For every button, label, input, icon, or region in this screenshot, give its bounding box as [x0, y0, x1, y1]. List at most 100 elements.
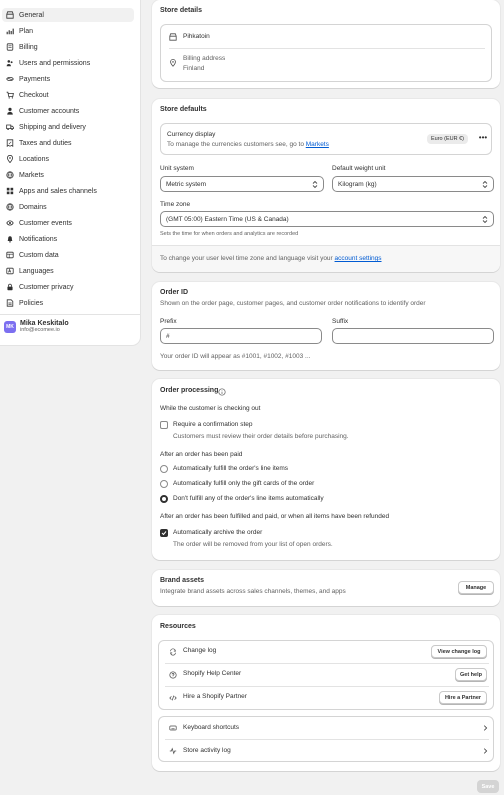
keyboard-shortcuts-link[interactable]: Keyboard shortcuts	[159, 717, 493, 739]
sidebar-item-taxes-and-duties[interactable]: Taxes and duties	[2, 136, 134, 150]
suffix-input[interactable]	[332, 328, 494, 344]
help-icon	[169, 671, 177, 679]
sidebar-item-apps-and-sales-channels[interactable]: Apps and sales channels	[2, 184, 134, 198]
order-id-preview: Your order ID will appear as #1001, #100…	[160, 353, 311, 360]
store-defaults-card: Store defaults Currency display To manag…	[152, 99, 500, 272]
events-icon	[5, 219, 14, 228]
auto-archive-checkbox[interactable]	[160, 529, 168, 537]
sidebar-item-languages[interactable]: Languages	[2, 264, 134, 278]
fulfilled-heading: After an order has been fulfilled and pa…	[160, 513, 390, 520]
user-name: Mika Keskitalo	[20, 320, 69, 327]
sidebar-item-plan[interactable]: Plan	[2, 24, 134, 38]
radio-no-fulfill[interactable]	[160, 495, 168, 503]
resources-links-box: Keyboard shortcuts Store activity log	[158, 716, 494, 762]
archive-label: Automatically archive the order	[173, 529, 263, 536]
weight-label: Default weight unit	[332, 165, 386, 172]
sidebar-item-locations[interactable]: Locations	[2, 152, 134, 166]
chart-icon	[5, 27, 14, 36]
brand-assets-desc: Integrate brand assets across sales chan…	[160, 588, 346, 595]
info-icon[interactable]	[218, 388, 226, 396]
sidebar-item-label: Custom data	[19, 251, 59, 259]
sidebar-item-label: Shipping and delivery	[19, 123, 86, 131]
users-icon	[5, 59, 14, 68]
radio-fulfill-gift-cards[interactable]	[160, 480, 168, 488]
sidebar-item-label: Customer privacy	[19, 283, 74, 291]
sidebar-divider	[0, 314, 140, 315]
weight-unit-select[interactable]: Kilogram (kg)	[332, 176, 494, 192]
bell-icon	[5, 235, 14, 244]
store-details-card: Store details Pihkatoin Billing address …	[152, 0, 500, 88]
timezone-select[interactable]: (GMT 05:00) Eastern Time (US & Canada)	[160, 211, 494, 227]
resources-box: Change log View change log Shopify Help …	[158, 640, 494, 710]
sidebar-item-notifications[interactable]: Notifications	[2, 232, 134, 246]
get-help-button[interactable]: Get help	[455, 668, 487, 681]
sidebar-item-users-and-permissions[interactable]: Users and permissions	[2, 56, 134, 70]
sidebar-item-customer-accounts[interactable]: Customer accounts	[2, 104, 134, 118]
account-settings-link[interactable]: account settings	[335, 255, 382, 262]
manage-button[interactable]: Manage	[458, 581, 494, 594]
sidebar-item-domains[interactable]: Domains	[2, 200, 134, 214]
truck-icon	[5, 123, 14, 132]
lock-icon	[5, 283, 14, 292]
timezone-label: Time zone	[160, 201, 191, 208]
billing-label: Billing address	[183, 55, 226, 62]
sidebar-item-general[interactable]: General	[2, 8, 134, 22]
unit-system-select[interactable]: Metric system	[160, 176, 324, 192]
require-confirmation-checkbox[interactable]	[160, 421, 168, 429]
sidebar-item-markets[interactable]: Markets	[2, 168, 134, 182]
user-email: info@ecomee.io	[20, 327, 60, 333]
resource-label: Change log	[183, 647, 217, 654]
store-activity-log-link[interactable]: Store activity log	[159, 740, 493, 762]
card-title: Order ID	[160, 289, 189, 296]
more-icon[interactable]: •••	[477, 133, 489, 145]
row-divider	[165, 686, 489, 687]
sidebar-item-customer-privacy[interactable]: Customer privacy	[2, 280, 134, 294]
language-icon	[5, 267, 14, 276]
sidebar-item-label: Languages	[19, 267, 54, 275]
resource-label: Hire a Shopify Partner	[183, 693, 247, 700]
changelog-icon	[170, 648, 176, 656]
order-processing-card: Order processing While the customer is c…	[152, 379, 500, 560]
radio-fulfill-all[interactable]	[160, 465, 168, 473]
save-button[interactable]: Save	[477, 780, 499, 793]
sidebar-item-label: Domains	[19, 203, 47, 211]
radio-label: Automatically fulfill the order's line i…	[173, 465, 289, 472]
markets-link[interactable]: Markets	[306, 141, 329, 148]
timezone-help: Sets the time for when orders and analyt…	[160, 231, 299, 237]
sidebar-item-label: Locations	[19, 155, 49, 163]
apps-icon	[5, 187, 14, 196]
card-title: Store details	[160, 7, 203, 14]
sidebar-item-checkout[interactable]: Checkout	[2, 88, 134, 102]
checkmark-icon	[161, 531, 167, 536]
sidebar-item-custom-data[interactable]: Custom data	[2, 248, 134, 262]
currency-label: Currency display	[167, 131, 216, 138]
sidebar-item-label: Customer events	[19, 219, 72, 227]
code-icon	[169, 695, 177, 701]
require-label: Require a confirmation step	[173, 421, 253, 428]
unit-label: Unit system	[160, 165, 194, 172]
sidebar-item-shipping-and-delivery[interactable]: Shipping and delivery	[2, 120, 134, 134]
card-title: Store defaults	[160, 106, 207, 113]
person-icon	[5, 107, 14, 116]
user-profile[interactable]: MK Mika Keskitalo info@ecomee.io	[4, 320, 69, 333]
sidebar-item-label: Checkout	[19, 91, 49, 99]
sidebar-item-customer-events[interactable]: Customer events	[2, 216, 134, 230]
sidebar-item-policies[interactable]: Policies	[2, 296, 134, 310]
hire-partner-button[interactable]: Hire a Partner	[439, 691, 487, 704]
resources-card: Resources Change log View change log Sho…	[152, 615, 500, 771]
sidebar-item-label: Taxes and duties	[19, 139, 72, 147]
sidebar-item-payments[interactable]: Payments	[2, 72, 134, 86]
sidebar-item-label: Policies	[19, 299, 44, 307]
activity-icon	[169, 747, 177, 755]
order-id-card: Order ID Shown on the order page, custom…	[152, 282, 500, 370]
radio-label: Don't fulfill any of the order's line it…	[173, 495, 324, 502]
sidebar-item-billing[interactable]: Billing	[2, 40, 134, 54]
globe-icon	[5, 203, 14, 212]
prefix-input[interactable]: #	[160, 328, 322, 344]
store-details-box: Pihkatoin Billing address Finland	[160, 24, 492, 82]
resource-label: Shopify Help Center	[183, 670, 242, 677]
brand-assets-card: Brand assets Integrate brand assets acro…	[152, 570, 500, 606]
sidebar-item-label: Notifications	[19, 235, 58, 243]
view-change-log-button[interactable]: View change log	[431, 645, 487, 658]
sidebar-item-label: Users and permissions	[19, 59, 91, 67]
